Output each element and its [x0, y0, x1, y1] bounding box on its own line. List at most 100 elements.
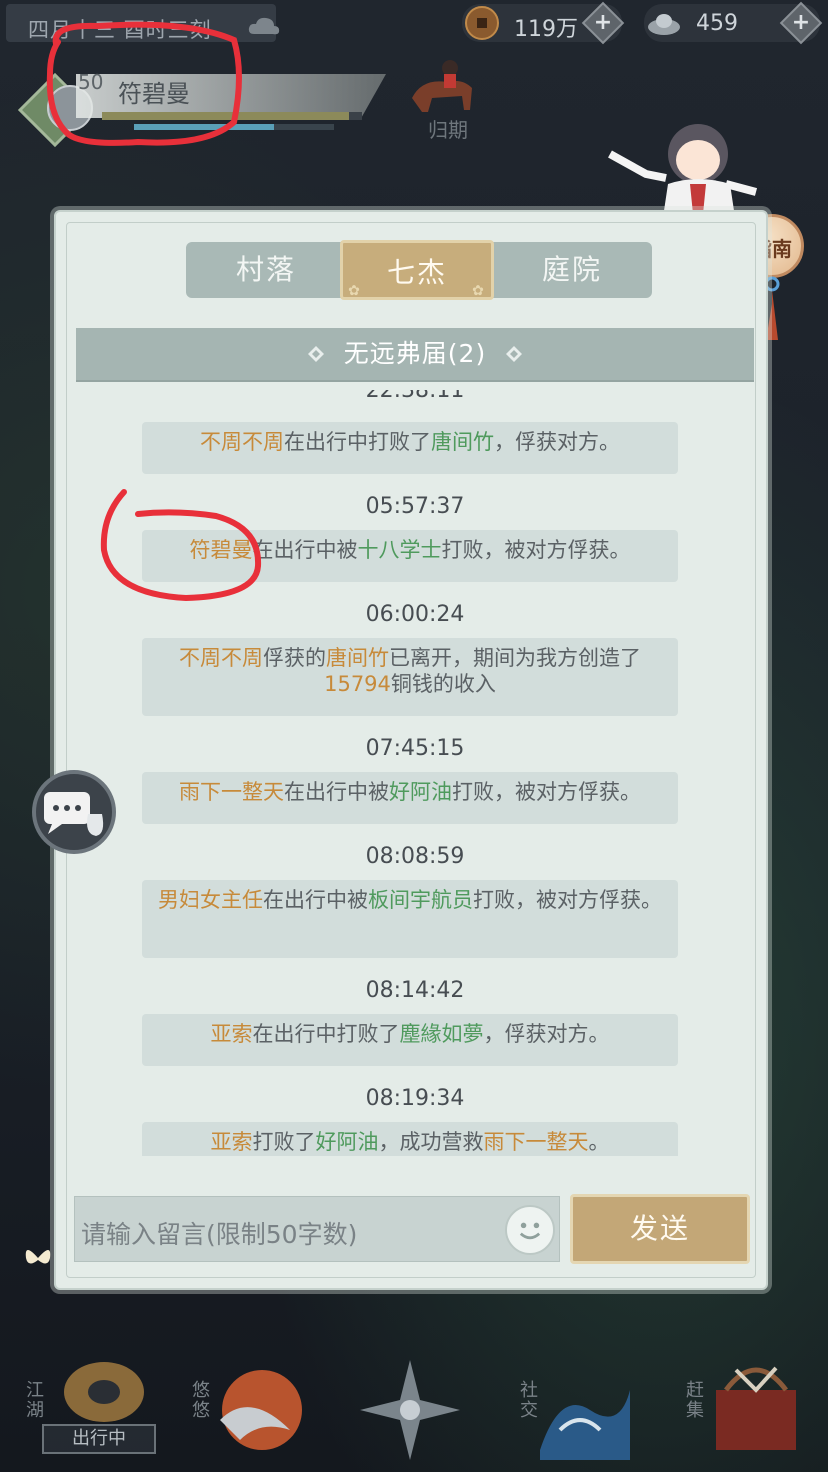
opponent-name-link[interactable]: 塵緣如夢: [400, 1022, 484, 1046]
nav-shejiao-label: 社交: [517, 1380, 538, 1420]
player-name-link[interactable]: 亚索: [211, 1022, 253, 1046]
income-value: 15794: [324, 672, 391, 696]
opponent-name-link[interactable]: 好阿油: [316, 1130, 379, 1154]
player-name: 符碧曼: [118, 80, 190, 108]
market-basket-icon: [716, 1366, 796, 1450]
timestamp: 05:57:37: [365, 494, 465, 519]
timestamp: 06:00:24: [365, 602, 465, 627]
player-name-link[interactable]: 不周不周: [179, 646, 263, 670]
flower-ornament-icon: ✿: [472, 283, 486, 299]
log-message: 不周不周俘获的唐间竹已离开，期间为我方创造了15794铜钱的收入: [142, 638, 678, 716]
tab-seven-heroes[interactable]: ✿ 七杰 ✿: [340, 240, 494, 300]
player-name-link[interactable]: 男妇女主任: [158, 888, 263, 912]
butterfly-icon: [25, 1250, 51, 1264]
plus-icon: +: [593, 10, 613, 35]
crane-moon-icon: [220, 1370, 302, 1450]
captive-name-link[interactable]: 唐间竹: [326, 646, 389, 670]
opponent-name-link[interactable]: 唐间竹: [431, 430, 494, 454]
player-name-link[interactable]: 不周不周: [200, 430, 284, 454]
chat-bubble-icon: [44, 792, 104, 836]
tab-courtyard[interactable]: 庭院: [492, 242, 652, 298]
message-text: 铜钱的收入: [390, 672, 496, 696]
diamond-ornament-icon: [506, 346, 522, 362]
message-text: 在出行中打败了: [252, 1022, 400, 1046]
log-message: 符碧曼在出行中被十八学士打败，被对方俘获。: [142, 530, 678, 582]
plus-icon: +: [791, 10, 811, 35]
log-message: 男妇女主任在出行中被板间宇航员打败，被对方俘获。: [142, 880, 678, 958]
timestamp: 08:08:59: [365, 844, 465, 869]
travel-icon: [64, 1362, 144, 1422]
log-message: 雨下一整天在出行中被好阿油打败，被对方俘获。: [142, 772, 678, 824]
add-silver-button[interactable]: +: [779, 1, 823, 45]
date-text: 四月十三 酉时三刻: [28, 18, 212, 42]
nav-center[interactable]: [360, 1340, 470, 1472]
message-panel: 村落 庭院 ✿ 七杰 ✿ 无远弗届(2) 22:38:11 不周不周在出行中打败…: [54, 210, 768, 1290]
opponent-name-link[interactable]: 板间宇航员: [368, 888, 473, 912]
player-name-link[interactable]: 亚索: [211, 1130, 253, 1154]
message-input-row: 请输入留言(限制50字数) 发送: [74, 1194, 754, 1268]
timestamp: 08:19:34: [365, 1086, 465, 1111]
chat-float-button[interactable]: [32, 770, 116, 854]
message-text: 打败，被对方俘获。: [441, 538, 631, 562]
message-text: 打败，被对方俘获。: [473, 888, 662, 912]
wave-icon: [540, 1390, 630, 1460]
message-text: 在出行中被: [252, 538, 358, 562]
message-log[interactable]: 22:38:11 不周不周在出行中打败了唐间竹，俘获对方。 05:57:37 符…: [76, 390, 754, 1156]
nav-jianghu[interactable]: 江湖 出行中: [14, 1340, 164, 1472]
return-date-indicator[interactable]: 归期: [402, 48, 492, 148]
copper-coin-counter: 119万 +: [462, 1, 625, 45]
message-input-placeholder: 请输入留言(限制50字数): [81, 1220, 358, 1249]
compass-star-icon: [360, 1360, 460, 1460]
group-header: 无远弗届(2): [76, 328, 754, 382]
message-text: 在出行中被: [263, 888, 368, 912]
message-text: 在出行中打败了: [284, 430, 431, 454]
message-text: ，成功营救: [378, 1130, 484, 1154]
log-message: 亚索在出行中打败了塵緣如夢，俘获对方。: [142, 1014, 678, 1066]
energy-bar: [134, 124, 334, 130]
player-header[interactable]: 50 符碧曼: [10, 60, 390, 160]
nav-youyou[interactable]: 悠悠: [180, 1340, 310, 1472]
add-coin-button[interactable]: +: [581, 1, 625, 45]
experience-bar: [102, 112, 362, 120]
send-button[interactable]: 发送: [570, 1194, 750, 1264]
tab-village[interactable]: 村落: [186, 242, 346, 298]
nav-shejiao[interactable]: 社交: [510, 1340, 640, 1472]
timestamp: 07:45:15: [365, 736, 465, 761]
opponent-name-link[interactable]: 好阿油: [389, 780, 452, 804]
opponent-name-link[interactable]: 十八学士: [358, 538, 442, 562]
experience-bar-fill: [102, 112, 349, 120]
flower-ornament-icon: ✿: [348, 283, 362, 299]
message-text: ，俘获对方。: [483, 1022, 610, 1046]
group-title: 无远弗届(2): [343, 339, 487, 368]
silver-ingot-counter: 459 +: [644, 1, 823, 45]
silver-ingot-value: 459: [696, 11, 738, 36]
message-input[interactable]: 请输入留言(限制50字数): [74, 1196, 560, 1262]
return-date-label: 归期: [428, 118, 468, 142]
log-message: 不周不周在出行中打败了唐间竹，俘获对方。: [142, 422, 678, 474]
mascot-character-icon: [608, 124, 758, 224]
travel-status-badge: 出行中: [42, 1424, 156, 1454]
copper-coin-value: 119万: [514, 17, 578, 42]
tab-bar: 村落 庭院 ✿ 七杰 ✿: [186, 240, 652, 300]
message-text: 俘获的: [263, 646, 326, 670]
message-text: 打败了: [252, 1130, 316, 1154]
emoji-icon[interactable]: [505, 1205, 555, 1255]
horse-rider-icon: [412, 60, 472, 112]
timestamp: 08:14:42: [365, 978, 465, 1003]
copper-coin-icon: [465, 6, 499, 40]
message-text: 已离开，期间为我方创造了: [389, 646, 641, 670]
log-message: 亚索打败了好阿油，成功营救雨下一整天。: [142, 1122, 678, 1156]
nav-ganji[interactable]: 赶集: [676, 1340, 816, 1472]
player-name-link[interactable]: 符碧曼: [190, 538, 253, 562]
timestamp-partial: 22:38:11: [365, 390, 465, 403]
send-button-label: 发送: [629, 1212, 690, 1245]
rescued-name-link[interactable]: 雨下一整天: [484, 1130, 589, 1154]
message-text: 在出行中被: [284, 780, 389, 804]
message-text: 。: [588, 1130, 610, 1154]
message-text: ，俘获对方。: [494, 430, 620, 454]
nav-jianghu-label: 江湖: [23, 1380, 44, 1420]
nav-ganji-label: 赶集: [683, 1380, 704, 1420]
player-name-link[interactable]: 雨下一整天: [179, 780, 284, 804]
message-text: 打败，被对方俘获。: [452, 780, 641, 804]
player-level: 50: [78, 70, 104, 94]
